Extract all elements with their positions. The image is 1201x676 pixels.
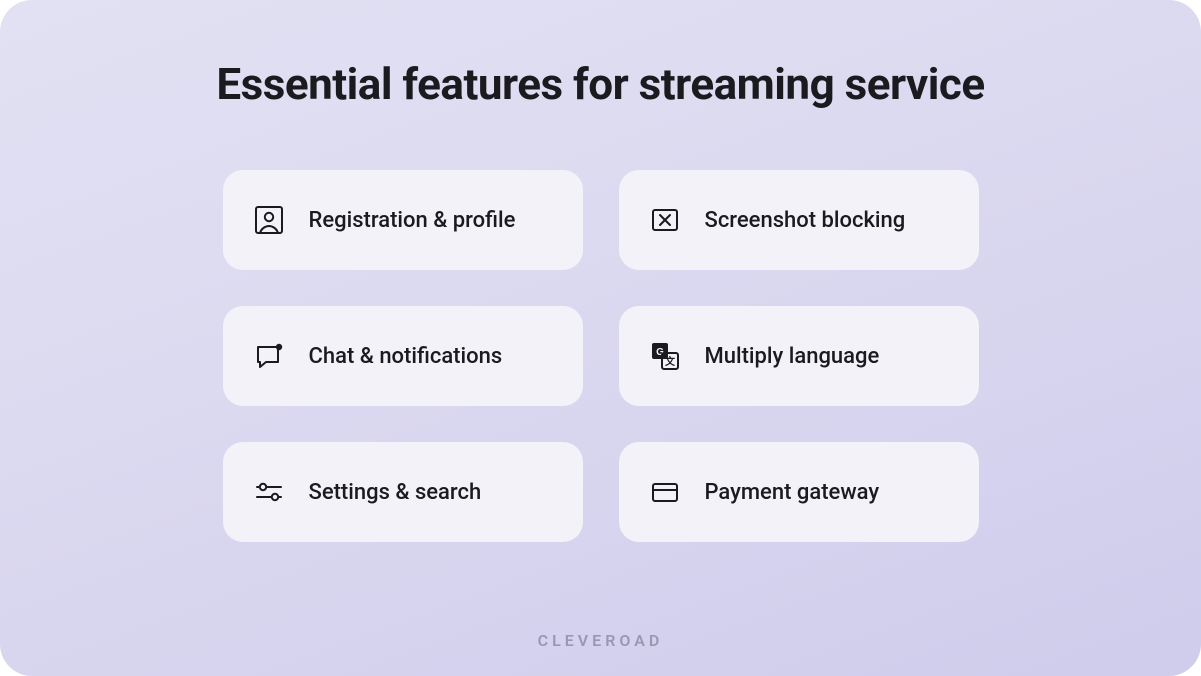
card-icon [647, 474, 683, 510]
sliders-icon [251, 474, 287, 510]
feature-label: Multiply language [705, 344, 880, 369]
feature-label: Payment gateway [705, 480, 880, 505]
diagram-title: Essential features for streaming service [216, 58, 984, 110]
feature-card-registration: Registration & profile [223, 170, 583, 270]
profile-icon [251, 202, 287, 238]
feature-card-chat: Chat & notifications [223, 306, 583, 406]
feature-label: Registration & profile [309, 208, 516, 233]
feature-label: Settings & search [309, 480, 482, 505]
feature-card-screenshot-blocking: Screenshot blocking [619, 170, 979, 270]
translate-icon: G 文 [647, 338, 683, 374]
feature-card-settings: Settings & search [223, 442, 583, 542]
diagram-canvas: Essential features for streaming service… [0, 0, 1201, 676]
svg-text:文: 文 [665, 355, 676, 368]
feature-grid: Registration & profile Screenshot blocki… [223, 170, 979, 542]
feature-label: Screenshot blocking [705, 208, 906, 233]
chat-icon [251, 338, 287, 374]
brand-watermark: CLEVEROAD [0, 631, 1201, 650]
block-icon [647, 202, 683, 238]
feature-card-payment: Payment gateway [619, 442, 979, 542]
feature-label: Chat & notifications [309, 344, 503, 369]
feature-card-language: G 文 Multiply language [619, 306, 979, 406]
